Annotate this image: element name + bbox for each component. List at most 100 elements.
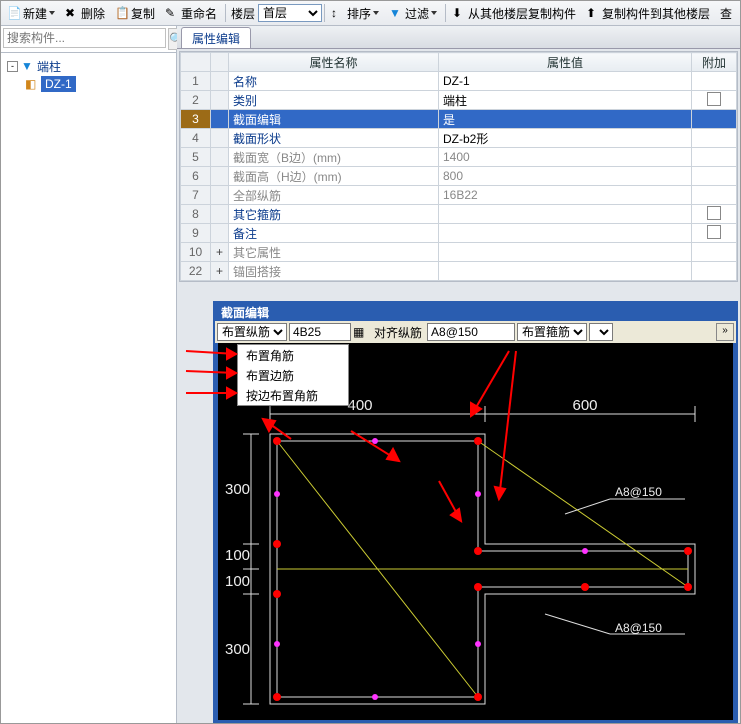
prop-extra[interactable]: [692, 91, 737, 110]
copy-to-floor-button[interactable]: ⬆复制构件到其他楼层: [582, 2, 714, 24]
row-number: 10: [181, 243, 211, 262]
prop-value[interactable]: 16B22: [439, 186, 692, 205]
table-row[interactable]: 3截面编辑是: [181, 110, 737, 129]
tab-strip: 属性编辑: [177, 26, 740, 49]
prop-extra[interactable]: [692, 186, 737, 205]
find-button[interactable]: 查: [716, 2, 736, 24]
stirrup-select[interactable]: 布置箍筋: [517, 323, 587, 341]
dd-item-corner[interactable]: 布置角筋: [238, 345, 348, 365]
copy-button[interactable]: 📋复制: [111, 2, 159, 24]
col-extra: 附加: [692, 53, 737, 72]
layout-bar-input[interactable]: [289, 323, 351, 341]
rename-button[interactable]: ✎重命名: [161, 2, 221, 24]
row-number: 2: [181, 91, 211, 110]
tree-child-row[interactable]: ◧ DZ-1: [3, 75, 174, 93]
row-number: 7: [181, 186, 211, 205]
col-rownum: [181, 53, 211, 72]
prop-value[interactable]: 1400: [439, 148, 692, 167]
table-row[interactable]: 4截面形状DZ-b2形: [181, 129, 737, 148]
dd-item-by-edge[interactable]: 按边布置角筋: [238, 385, 348, 405]
dd-label: 布置边筋: [246, 367, 294, 384]
prop-extra[interactable]: [692, 72, 737, 91]
prop-value[interactable]: [439, 205, 692, 224]
svg-text:300: 300: [225, 481, 250, 498]
separator: [225, 4, 226, 22]
tree-root-row[interactable]: - ▼ 端柱: [3, 57, 174, 75]
prop-extra[interactable]: [692, 262, 737, 281]
table-row[interactable]: 6截面高（H边）(mm)800: [181, 167, 737, 186]
find-label: 查: [720, 5, 732, 22]
row-expand: [211, 224, 229, 243]
prop-value[interactable]: [439, 262, 692, 281]
layout-bar-select[interactable]: 布置纵筋: [217, 323, 287, 341]
table-row[interactable]: 8其它箍筋: [181, 205, 737, 224]
tree-collapse-icon[interactable]: -: [7, 61, 18, 72]
prop-extra[interactable]: [692, 129, 737, 148]
prop-name: 类别: [229, 91, 439, 110]
prop-extra[interactable]: [692, 224, 737, 243]
delete-label: 删除: [81, 5, 105, 22]
prop-value[interactable]: DZ-b2形: [439, 129, 692, 148]
row-number: 1: [181, 72, 211, 91]
prop-value[interactable]: 端柱: [439, 91, 692, 110]
table-row[interactable]: 9备注: [181, 224, 737, 243]
checkbox-icon[interactable]: [707, 206, 721, 220]
align-icon[interactable]: ▦: [353, 325, 367, 339]
more-button[interactable]: »: [716, 323, 734, 341]
row-expand[interactable]: +: [211, 243, 229, 262]
prop-extra[interactable]: [692, 243, 737, 262]
new-button[interactable]: 📄新建: [3, 2, 59, 24]
dd-label: 按边布置角筋: [246, 387, 318, 404]
prop-name: 截面高（H边）(mm): [229, 167, 439, 186]
search-input[interactable]: [3, 28, 166, 48]
table-row[interactable]: 22+锚固搭接: [181, 262, 737, 281]
filter-button[interactable]: ▼过滤: [385, 2, 441, 24]
copy-from-floor-button[interactable]: ⬇从其他楼层复制构件: [448, 2, 580, 24]
svg-text:400: 400: [347, 397, 372, 414]
row-expand: [211, 110, 229, 129]
table-row[interactable]: 5截面宽（B边）(mm)1400: [181, 148, 737, 167]
left-panel: 🔍 - ▼ 端柱 ◧ DZ-1: [1, 26, 177, 724]
prop-name: 名称: [229, 72, 439, 91]
dd-item-edge[interactable]: 布置边筋: [238, 365, 348, 385]
copy-icon: 📋: [115, 6, 129, 20]
svg-text:100: 100: [225, 547, 250, 564]
delete-icon: ✖: [65, 6, 79, 20]
table-row[interactable]: 7全部纵筋16B22: [181, 186, 737, 205]
row-expand[interactable]: +: [211, 262, 229, 281]
prop-value[interactable]: 800: [439, 167, 692, 186]
copy-label: 复制: [131, 5, 155, 22]
prop-value[interactable]: [439, 224, 692, 243]
prop-extra[interactable]: [692, 167, 737, 186]
prop-extra[interactable]: [692, 110, 737, 129]
sort-button[interactable]: ↕排序: [327, 2, 383, 24]
prop-value[interactable]: DZ-1: [439, 72, 692, 91]
sort-icon: ↕: [331, 6, 345, 20]
checkbox-icon[interactable]: [707, 92, 721, 106]
prop-name: 截面编辑: [229, 110, 439, 129]
row-number: 22: [181, 262, 211, 281]
floor-select[interactable]: 首层: [258, 4, 322, 22]
align-bar-input[interactable]: [427, 323, 515, 341]
editor-title: 截面编辑: [215, 303, 736, 321]
delete-button[interactable]: ✖删除: [61, 2, 109, 24]
prop-extra[interactable]: [692, 148, 737, 167]
tree-child-label: DZ-1: [41, 76, 76, 92]
chevron-down-icon: [373, 11, 379, 15]
stirrup-value-select[interactable]: [589, 323, 613, 341]
table-row[interactable]: 2 类别端柱: [181, 91, 737, 110]
prop-extra[interactable]: [692, 205, 737, 224]
table-row[interactable]: 1 名称DZ-1: [181, 72, 737, 91]
component-icon: ◧: [25, 77, 39, 91]
tab-properties[interactable]: 属性编辑: [181, 27, 251, 48]
row-expand: [211, 72, 229, 91]
layout-bar-dropdown: 布置角筋 布置边筋 按边布置角筋: [237, 344, 349, 406]
prop-name: 锚固搭接: [229, 262, 439, 281]
new-icon: 📄: [7, 6, 21, 20]
table-row[interactable]: 10+其它属性: [181, 243, 737, 262]
tree-root-label: 端柱: [37, 58, 61, 75]
checkbox-icon[interactable]: [707, 225, 721, 239]
prop-value[interactable]: [439, 243, 692, 262]
row-expand: [211, 148, 229, 167]
prop-value[interactable]: 是: [439, 110, 692, 129]
